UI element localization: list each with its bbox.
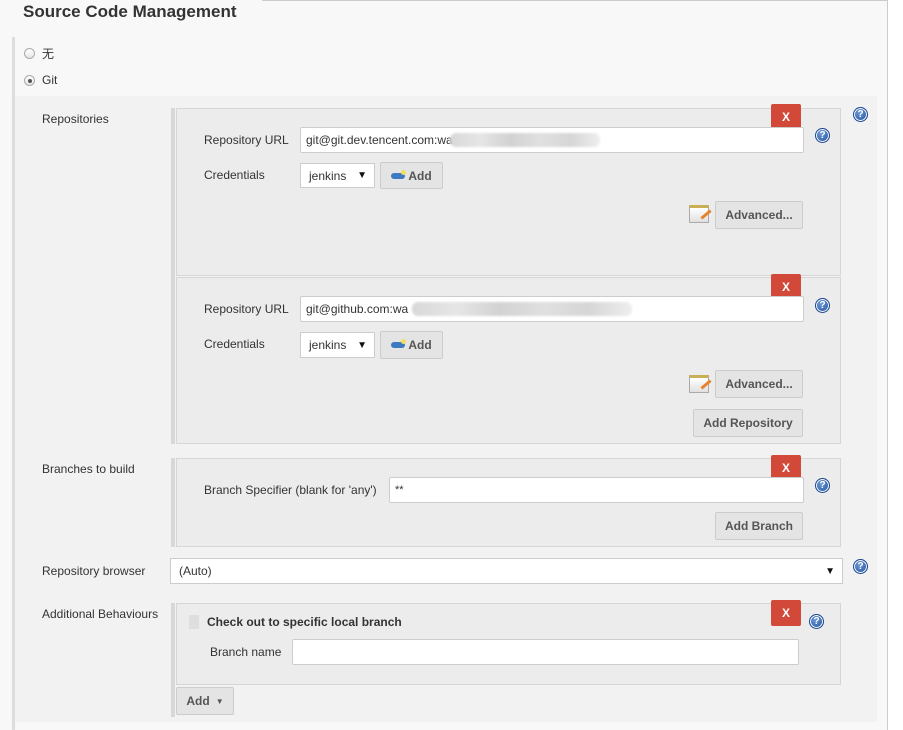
branches-bar	[171, 458, 175, 547]
repositories-label: Repositories	[42, 112, 109, 126]
repositories-help-icon[interactable]: ?	[853, 107, 868, 122]
branch-specifier-help-icon[interactable]: ?	[815, 478, 830, 493]
drag-handle-icon[interactable]	[189, 615, 199, 629]
scm-option-none-label: 无	[42, 47, 55, 61]
credentials-select[interactable]: jenkins ▼	[300, 332, 375, 358]
section-title: Source Code Management	[23, 2, 237, 21]
branch-name-input[interactable]	[292, 639, 799, 665]
credentials-value: jenkins	[309, 338, 347, 352]
repository-browser-value: (Auto)	[179, 564, 212, 578]
advanced-button[interactable]: Advanced...	[715, 370, 803, 398]
credentials-value: jenkins	[309, 168, 347, 183]
behaviour-help-icon[interactable]: ?	[809, 614, 824, 629]
branch-specifier-label: Branch Specifier (blank for 'any')	[204, 483, 377, 497]
credentials-select[interactable]: jenkins ▼	[300, 163, 375, 188]
add-credentials-label: Add	[408, 168, 432, 183]
repository-url-value: git@git.dev.tencent.com:wa	[306, 133, 453, 147]
add-behaviour-button[interactable]: Add ▼	[176, 687, 234, 715]
radio-none[interactable]	[24, 48, 35, 59]
add-branch-button[interactable]: Add Branch	[715, 512, 803, 540]
branches-label: Branches to build	[42, 462, 135, 476]
repository-url-label: Repository URL	[204, 302, 289, 316]
additional-behaviours-label: Additional Behaviours	[42, 607, 159, 621]
add-repository-button[interactable]: Add Repository	[693, 409, 803, 437]
caret-down-icon: ▼	[825, 565, 835, 577]
branch-name-label: Branch name	[210, 645, 282, 659]
scm-option-git-label: Git	[42, 73, 58, 87]
credentials-label: Credentials	[204, 168, 265, 182]
repository-browser-label: Repository browser	[42, 564, 146, 578]
caret-down-icon: ▼	[215, 696, 224, 706]
scm-option-git[interactable]: Git	[24, 73, 57, 87]
add-credentials-button[interactable]: Add	[380, 331, 443, 359]
key-icon	[391, 169, 407, 179]
scm-option-none[interactable]: 无	[24, 45, 54, 62]
add-credentials-label: Add	[408, 338, 432, 352]
notepad-icon	[689, 375, 709, 393]
repository-url-help-icon[interactable]: ?	[815, 128, 830, 143]
advanced-button[interactable]: Advanced...	[715, 201, 803, 229]
redacted-text	[412, 302, 632, 316]
behaviour-title: Check out to specific local branch	[207, 615, 402, 629]
behaviours-bar	[171, 603, 175, 717]
branch-specifier-input[interactable]: **	[389, 477, 804, 503]
repository-browser-select[interactable]: (Auto) ▼	[170, 558, 843, 584]
caret-down-icon: ▼	[357, 339, 367, 351]
scm-section: Source Code Management 无 Git Repositorie…	[0, 0, 888, 730]
repositories-bar	[171, 108, 175, 444]
credentials-label: Credentials	[204, 337, 265, 351]
repository-url-help-icon[interactable]: ?	[815, 298, 830, 313]
key-icon	[391, 339, 407, 348]
divider	[262, 0, 888, 1]
repository-url-value: git@github.com:wa	[306, 302, 409, 316]
redacted-text	[450, 133, 600, 147]
notepad-icon	[689, 205, 709, 223]
add-behaviour-label: Add	[186, 694, 210, 708]
add-credentials-button[interactable]: Add	[380, 162, 443, 189]
branch-specifier-value: **	[395, 484, 404, 496]
radio-git[interactable]	[24, 74, 35, 86]
repository-url-label: Repository URL	[204, 133, 289, 147]
caret-down-icon: ▼	[357, 170, 367, 181]
repository-browser-help-icon[interactable]: ?	[853, 559, 868, 574]
delete-behaviour-button[interactable]: X	[771, 600, 801, 626]
